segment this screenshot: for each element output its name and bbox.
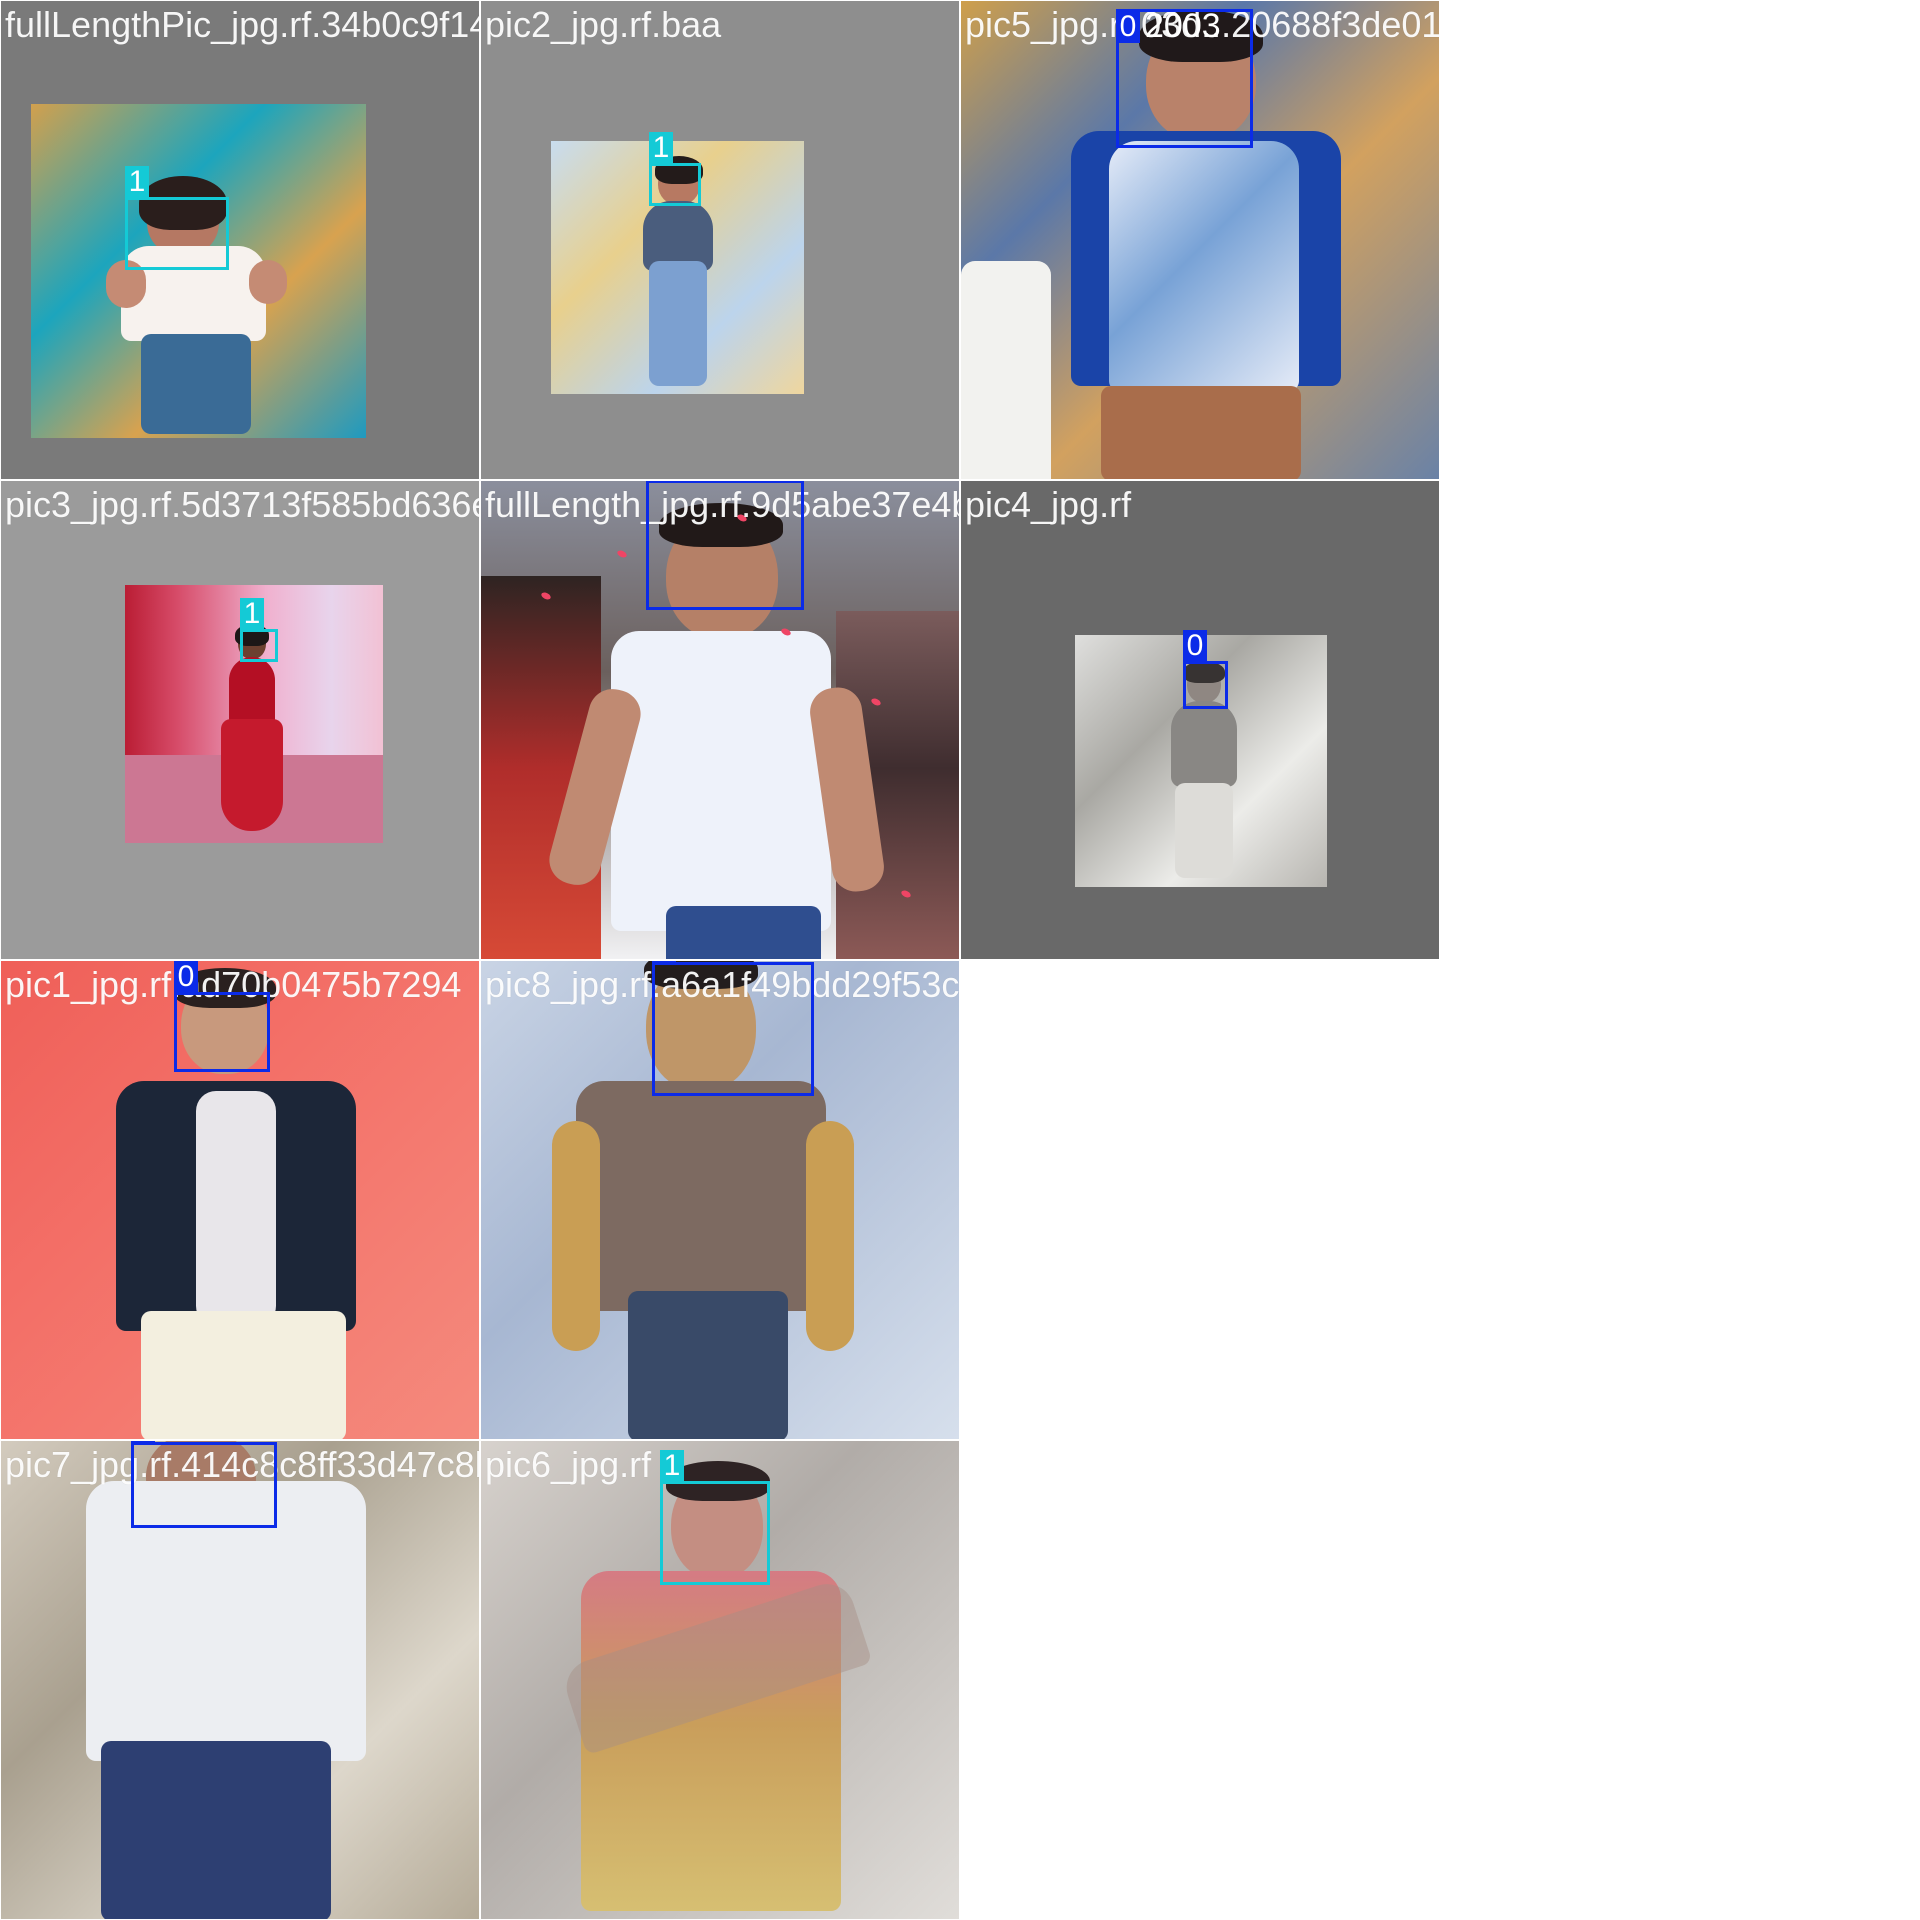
mosaic-tile-4: pic3_jpg.rf.5d3713f585bd636e6b81ll4e8729… [0, 480, 480, 960]
file-label: fullLengthPic_jpg.rf.34b0c9f1462b7d75f67… [5, 4, 479, 45]
detection-box-class-0: 0 [652, 961, 814, 1096]
mosaic-tile-2: pic2_jpg.rf.baa 1 [480, 0, 960, 480]
detection-class-tag: 1 [125, 166, 149, 198]
photo-fulllength-girl [31, 104, 366, 438]
detection-class-tag: 0 [652, 961, 676, 963]
detection-class-tag: 0 [174, 961, 198, 993]
white-chair [961, 261, 1051, 479]
mosaic-tile-10: pic6_jpg.rf 1 [480, 1440, 960, 1920]
overlay-number: 2003 [1145, 7, 1221, 45]
mosaic-tile-6: pic4_jpg.rf 0 [960, 480, 1440, 960]
file-label: pic3_jpg.rf.5d3713f585bd636e6b81ll4e8729 [5, 484, 479, 525]
detection-class-tag: 0 [646, 480, 670, 481]
detection-class-tag: 1 [240, 598, 264, 630]
detection-box-class-1: 1 [660, 1450, 770, 1585]
image-mosaic: fullLengthPic_jpg.rf.34b0c9f1462b7d75f67… [0, 0, 1440, 1920]
mosaic-tile-5: fullLength_jpg.rf.9d5abe37e4b07df8672563… [480, 480, 960, 960]
file-label: pic2_jpg.rf.baa [485, 4, 722, 45]
detection-box-class-0: 0 [646, 480, 804, 610]
detection-class-tag: 0 [1116, 11, 1140, 43]
file-label: pic4_jpg.rf [965, 484, 1132, 525]
detection-box-class-0: 0 [1183, 630, 1228, 709]
mosaic-tile-8: pic8_jpg.rf.a6a1f49bdd29f53c515799937899… [480, 960, 960, 1440]
detection-box-class-0: 0 [131, 1441, 277, 1528]
mosaic-tile-3: pic5_jpg.rf.03d...20688f3de016c49419d9a3… [960, 0, 1440, 480]
detection-box-class-1: 1 [240, 598, 278, 662]
mosaic-tile-7: pic1_jpg.rf.ad70b0475b7294 0 [0, 960, 480, 1440]
mosaic-tile-9: pic7_jpg.rf.414c8c8ff33d47c8b8e4b8f13fe1… [0, 1440, 480, 1920]
mosaic-tile-1: fullLengthPic_jpg.rf.34b0c9f1462b7d75f67… [0, 0, 480, 480]
file-label: pic6_jpg.rf [485, 1444, 652, 1485]
detection-class-tag: 1 [660, 1450, 684, 1482]
detection-box-class-1: 1 [125, 166, 229, 270]
detection-class-tag: 1 [649, 132, 673, 164]
detection-box-class-1: 1 [649, 132, 701, 206]
detection-class-tag: 0 [131, 1441, 155, 1443]
detection-class-tag: 0 [1183, 630, 1207, 662]
detection-box-class-0: 0 [174, 961, 270, 1072]
